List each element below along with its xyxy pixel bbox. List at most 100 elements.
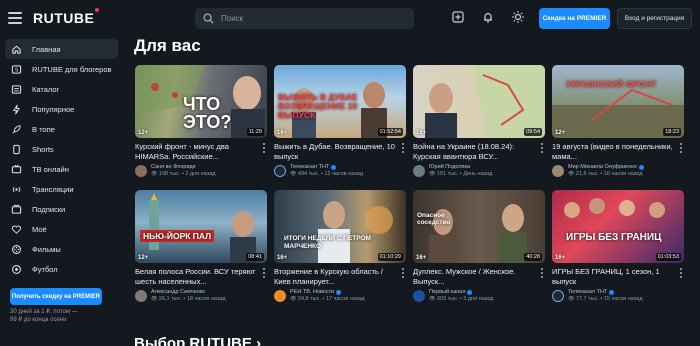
channel-avatar[interactable] [274,164,286,177]
channel-name[interactable]: Мир Михаила Онуфриенко [568,164,644,170]
sidebar-item-my[interactable]: Моё [5,219,118,239]
video-title[interactable]: ИГРЫ БЕЗ ГРАНИЦ, 1 сезон, 1 выпуск [552,267,684,286]
subscriptions-icon [11,204,22,215]
channel-avatar[interactable] [413,164,425,177]
channel-info: Телеканал ТНТ 👁 494 тыс. • 12 часов наза… [274,164,406,177]
video-meta: 👁 77,7 тыс. • 15 часов назад [568,296,643,302]
channel-name[interactable]: Саня во Флориде [151,164,216,170]
shorts-icon [11,144,22,155]
sidebar-item-broadcasts[interactable]: Трансляции [5,179,118,199]
sidebar-item-catalog[interactable]: Каталог [5,79,118,99]
channel-name[interactable]: Юрий Подоляка [429,164,492,170]
video-card[interactable]: Опасное соседство 16+ 40:28 Дуплекс. Муж… [413,190,545,302]
view-count: 151 тыс. [436,171,459,177]
more-options-icon[interactable] [261,143,267,153]
login-register-button[interactable]: Вход и регистрация [617,8,692,29]
bell-icon[interactable] [481,10,495,24]
sidebar-item-tv-online[interactable]: ТВ онлайн [5,159,118,179]
video-card[interactable]: НЬЮ-ЙОРК ПАЛ 12+ 08:41 Белая полоса Росс… [135,190,267,302]
more-options-icon[interactable] [678,143,684,153]
channel-name[interactable]: Телеканал ТНТ [568,289,643,295]
sidebar-item-label: Главная [32,44,61,54]
channel-name-text: Саня во Флориде [151,164,196,170]
channel-name[interactable]: РЕН ТВ. Новости [290,289,365,295]
video-title[interactable]: 19 августа (видео в понедельники, мама..… [552,142,684,161]
channel-avatar[interactable] [135,164,147,177]
get-premier-discount-button[interactable]: Получить скидку на PREMIER [10,288,102,305]
search-bar[interactable] [195,8,414,29]
view-count: 21,6 тыс. [575,171,599,177]
section-title-rutube-choice[interactable]: Выбор RUTUBE › [134,335,261,346]
video-title[interactable]: Война на Украине (18.08.24): Курская ава… [413,142,545,161]
channel-info: Юрий Подоляка 👁 151 тыс. • День назад [413,164,545,177]
video-meta: 👁 24,8 тыс. • 17 часов назад [290,296,365,302]
channel-name-text: РЕН ТВ. Новости [290,289,335,295]
more-options-icon[interactable] [400,143,406,153]
video-thumbnail[interactable]: ИГРЫ БЕЗ ГРАНИЦ 16+ 01:03:53 [552,190,684,263]
more-options-icon[interactable] [539,268,545,278]
sidebar-item-label: Подписки [32,204,66,214]
video-thumbnail[interactable]: ИТОГИ НЕДЕЛИ С ПЕТРОМ МАРЧЕНКО 16+ 01:10… [274,190,406,263]
channel-name-text: Юрий Подоляка [429,164,471,170]
video-card[interactable]: УКРАИНСКИЙ ФРОНТ 12+ 18:23 19 августа (в… [552,65,684,177]
verified-icon [638,164,644,170]
my-icon [11,224,22,235]
rutube-logo[interactable]: RUTUBE [33,8,100,26]
video-duration: 01:03:53 [655,253,681,261]
theme-sun-icon[interactable] [511,10,525,24]
thumbnail-caption: ВЫЖИТЬ В ДУБАЕ ВОЗВРАЩЕНИЕ 10 ВЫПУСК [278,92,358,120]
channel-avatar[interactable] [135,289,147,302]
sidebar-item-home[interactable]: Главная [5,39,118,59]
channel-info: Саня во Флориде 👁 198 тыс. • 2 дня назад [135,164,267,177]
upload-time: 18 часов назад [186,296,226,302]
more-options-icon[interactable] [539,143,545,153]
video-title[interactable]: Вторжение в Курскую область / Киев плани… [274,267,406,286]
upload-time: День назад [463,171,493,177]
channel-avatar[interactable] [552,164,564,177]
video-thumbnail[interactable]: НЬЮ-ЙОРК ПАЛ 12+ 08:41 [135,190,267,263]
more-options-icon[interactable] [678,268,684,278]
video-thumbnail[interactable]: ВЫЖИТЬ В ДУБАЕ ВОЗВРАЩЕНИЕ 10 ВЫПУСК 16+… [274,65,406,138]
channel-name[interactable]: Первый канал [429,289,494,295]
channel-name[interactable]: Александр Семченко [151,289,226,295]
channel-avatar[interactable] [274,289,286,302]
broadcast-icon [11,184,22,195]
video-card[interactable]: ИТОГИ НЕДЕЛИ С ПЕТРОМ МАРЧЕНКО 16+ 01:10… [274,190,406,302]
channel-name[interactable]: Телеканал ТНТ [290,164,363,170]
search-input[interactable] [221,14,401,23]
sidebar-item-films[interactable]: Фильмы [5,239,118,259]
video-thumbnail[interactable]: ЧТО ЭТО? 12+ 11:29 [135,65,267,138]
sidebar-item-football[interactable]: Футбол [5,259,118,279]
view-count: 24,8 тыс. [297,296,321,302]
video-card[interactable]: 16+ 09:54 Война на Украине (18.08.24): К… [413,65,545,177]
premier-discount-button[interactable]: Скидка на PREMIER [539,8,610,29]
sidebar-item-top[interactable]: В топе [5,119,118,139]
channel-name-text: Мир Михаила Онуфриенко [568,164,637,170]
upload-video-icon[interactable] [451,10,465,24]
channel-info: Мир Михаила Онуфриенко 👁 21,6 тыс. • 16 … [552,164,684,177]
video-title[interactable]: Белая полоса России. ВСУ теряют шесть на… [135,267,267,286]
video-thumbnail[interactable]: УКРАИНСКИЙ ФРОНТ 12+ 18:23 [552,65,684,138]
more-options-icon[interactable] [400,268,406,278]
video-title[interactable]: Курский фронт - минус два HIMARSа. Росси… [135,142,267,161]
video-card[interactable]: ЧТО ЭТО? 12+ 11:29 Курский фронт - минус… [135,65,267,177]
video-duration: 09:54 [524,128,542,136]
sidebar-item-bloggers[interactable]: S RUTUBE для блогеров [5,59,118,79]
video-title[interactable]: Выжить в Дубае. Возвращение, 10 выпуск [274,142,406,161]
sidebar-item-shorts[interactable]: Shorts [5,139,118,159]
video-title[interactable]: Дуплекс. Мужское / Женское. Выпуск... [413,267,545,286]
video-card[interactable]: ИГРЫ БЕЗ ГРАНИЦ 16+ 01:03:53 ИГРЫ БЕЗ ГР… [552,190,684,302]
top-header: RUTUBE Скидка на PREMIER Вход и регистра… [0,0,700,37]
video-thumbnail[interactable]: Опасное соседство 16+ 40:28 [413,190,545,263]
sidebar-item-subscriptions[interactable]: Подписки [5,199,118,219]
channel-avatar[interactable] [552,289,564,302]
video-thumbnail[interactable]: 16+ 09:54 [413,65,545,138]
video-card[interactable]: ВЫЖИТЬ В ДУБАЕ ВОЗВРАЩЕНИЕ 10 ВЫПУСК 16+… [274,65,406,177]
more-options-icon[interactable] [261,268,267,278]
channel-name-text: Телеканал ТНТ [568,289,608,295]
sidebar-item-popular[interactable]: Популярное [5,99,118,119]
eye-icon: 👁 [151,171,158,177]
studio-icon: S [11,64,22,75]
channel-avatar[interactable] [413,289,425,302]
menu-burger-icon[interactable] [8,12,22,24]
